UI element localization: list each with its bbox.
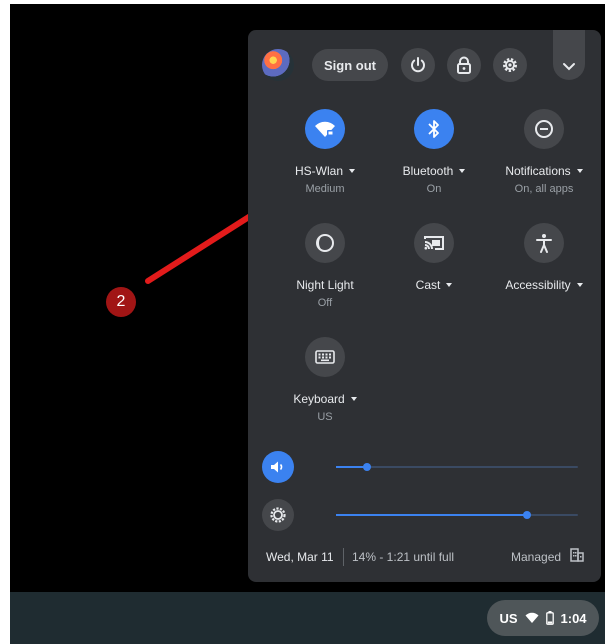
volume-slider-thumb[interactable]: [363, 463, 372, 471]
clock: 1:04: [560, 610, 587, 626]
caret-down-icon: [350, 397, 357, 401]
sign-out-button[interactable]: Sign out: [312, 49, 388, 81]
tile-bluetooth[interactable]: Bluetooth On: [379, 109, 489, 195]
tile-label[interactable]: Cast: [379, 278, 489, 292]
tile-label[interactable]: Notifications: [489, 164, 599, 178]
tile-label[interactable]: Accessibility: [489, 278, 599, 292]
battery-status[interactable]: 14% - 1:21 until full: [352, 550, 454, 564]
footer-divider: [343, 548, 344, 566]
chevron-down-icon: [563, 63, 575, 71]
tile-keyboard[interactable]: Keyboard US: [270, 337, 380, 423]
wifi-toggle[interactable]: [305, 109, 345, 149]
volume-slider[interactable]: [336, 463, 578, 471]
step-badge: 2: [106, 287, 136, 317]
tile-notifications[interactable]: Notifications On, all apps: [489, 109, 599, 195]
notifications-toggle[interactable]: [524, 109, 564, 149]
settings-button[interactable]: [493, 48, 527, 82]
do-not-disturb-icon: [535, 120, 553, 138]
tile-night-light[interactable]: Night Light Off: [270, 223, 380, 309]
brightness-slider-thumb[interactable]: [523, 511, 532, 519]
brightness-icon: [270, 507, 286, 523]
caret-down-icon: [459, 169, 466, 173]
tile-sublabel: US: [317, 411, 333, 423]
tile-sublabel: Medium: [305, 183, 345, 195]
bluetooth-icon: [428, 120, 439, 138]
lock-button[interactable]: [447, 48, 481, 82]
caret-down-icon: [349, 169, 355, 173]
caret-down-icon: [576, 169, 583, 173]
volume-icon: [271, 461, 283, 473]
bluetooth-toggle[interactable]: [414, 109, 454, 149]
tile-label[interactable]: HS-Wlan: [270, 164, 380, 178]
collapse-button[interactable]: [553, 30, 585, 80]
status-tray[interactable]: US 1:04: [487, 600, 599, 636]
accessibility-icon: [536, 234, 552, 253]
tile-sublabel: On: [426, 183, 442, 195]
volume-button[interactable]: [262, 451, 294, 483]
power-button[interactable]: [401, 48, 435, 82]
brightness-button[interactable]: [262, 499, 294, 531]
quick-settings-panel: Sign out HS-Wlan Medium Bluetooth On Not…: [248, 30, 601, 582]
tile-label[interactable]: Keyboard: [270, 392, 380, 406]
night-light-icon: [316, 234, 334, 252]
wifi-icon: [315, 121, 335, 137]
accessibility-toggle[interactable]: [524, 223, 564, 263]
battery-icon: [545, 611, 554, 625]
brightness-slider-fill: [336, 514, 528, 516]
tile-label[interactable]: Bluetooth: [379, 164, 489, 178]
tile-wifi[interactable]: HS-Wlan Medium: [270, 109, 380, 195]
avatar[interactable]: [262, 49, 294, 81]
lock-icon: [457, 56, 471, 74]
managed-label[interactable]: Managed: [511, 550, 561, 564]
tile-sublabel: On, all apps: [514, 183, 574, 195]
keyboard-toggle[interactable]: [305, 337, 345, 377]
tile-cast[interactable]: Cast: [379, 223, 489, 297]
ime-indicator: US: [499, 610, 518, 626]
night-light-toggle[interactable]: [305, 223, 345, 263]
cast-icon: [424, 236, 444, 250]
caret-down-icon: [446, 283, 453, 287]
desktop: 2 Sign out HS-Wlan Medium Bluetooth On N…: [10, 4, 605, 644]
keyboard-icon: [315, 350, 335, 364]
gear-icon: [503, 58, 517, 72]
building-icon[interactable]: [570, 548, 584, 562]
tile-accessibility[interactable]: Accessibility: [489, 223, 599, 297]
wifi-icon: [525, 612, 539, 624]
brightness-slider[interactable]: [336, 511, 578, 519]
tile-label[interactable]: Night Light: [270, 278, 380, 292]
date-label[interactable]: Wed, Mar 11: [266, 550, 334, 564]
caret-down-icon: [576, 283, 583, 287]
power-icon: [411, 57, 425, 73]
tile-sublabel: Off: [317, 297, 333, 309]
cast-toggle[interactable]: [414, 223, 454, 263]
